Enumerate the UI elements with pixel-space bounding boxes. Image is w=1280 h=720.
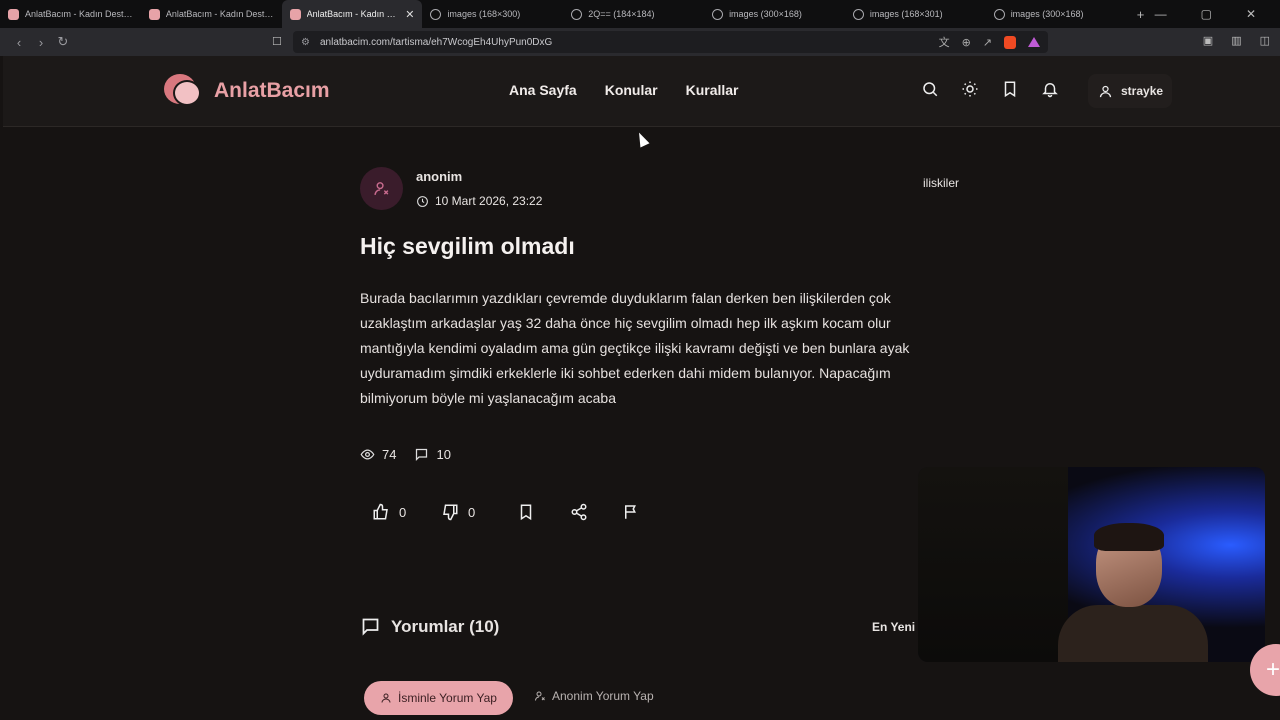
sort-select[interactable]: En Yeni (872, 620, 915, 634)
url-bar[interactable]: ⚙ anlatbacim.com/tartisma/eh7WcogEh4UhyP… (293, 31, 1048, 53)
streamer-figure (1058, 523, 1208, 662)
browser-tab[interactable]: AnlatBacım - Kadın Destek Platformu (0, 0, 141, 28)
named-comment-button[interactable]: İsminle Yorum Yap (364, 681, 513, 715)
site-favicon-icon (8, 8, 19, 20)
share-button[interactable] (570, 500, 622, 524)
reload-icon[interactable]: ↻ (52, 34, 74, 50)
eye-icon (360, 449, 375, 460)
globe-icon (571, 8, 583, 20)
dislike-button[interactable]: 0 (441, 500, 517, 524)
brave-rewards-icon[interactable] (1028, 37, 1040, 47)
browser-tab[interactable]: images (300×168) (986, 0, 1127, 28)
post-category[interactable]: iliskiler (923, 176, 959, 190)
thumbs-down-icon (443, 504, 458, 521)
browser-tab[interactable]: AnlatBacım - Kadın Destek Platformu (141, 0, 282, 28)
theme-sun-icon[interactable] (961, 80, 979, 98)
post-title: Hiç sevgilim olmadı (360, 233, 575, 259)
menu-icon[interactable]: ◫ (1260, 34, 1270, 47)
comment-icon (362, 618, 379, 636)
post-date: 10 Mart 2026, 23:22 (416, 194, 542, 208)
webcam-overlay (918, 467, 1265, 662)
bell-icon[interactable] (1041, 80, 1059, 98)
zoom-icon[interactable]: ⊕ (962, 36, 971, 49)
nav-topics[interactable]: Konular (605, 82, 658, 98)
close-tab-icon[interactable]: ✕ (405, 8, 414, 21)
sidebar-icon[interactable]: ▥ (1231, 34, 1241, 47)
main-nav: Ana Sayfa Konular Kurallar (509, 82, 739, 98)
search-icon[interactable] (921, 80, 939, 98)
views-stat: 74 (360, 447, 396, 462)
site-settings-icon[interactable]: ⚙ (301, 37, 310, 48)
translate-icon[interactable]: 文 (939, 34, 950, 50)
header-icons (921, 80, 1059, 98)
minimize-icon[interactable]: — (1155, 7, 1167, 21)
user-menu-button[interactable]: strayke (1088, 74, 1172, 108)
mouse-cursor (634, 130, 650, 148)
avatar (360, 167, 403, 210)
anonymous-comment-button[interactable]: Anonim Yorum Yap (534, 689, 654, 703)
username: strayke (1121, 84, 1164, 98)
new-tab-button[interactable]: + (1127, 7, 1155, 22)
post-stats: 74 10 (360, 447, 451, 462)
globe-icon (852, 8, 864, 20)
like-button[interactable]: 0 (372, 500, 441, 524)
bookmark-icon (520, 504, 532, 521)
anonymous-user-icon (374, 182, 389, 195)
globe-icon (430, 8, 442, 20)
save-post-button[interactable] (517, 500, 570, 524)
comments-stat: 10 (414, 447, 451, 462)
site-header: AnlatBacım Ana Sayfa Konular Kurallar st… (3, 56, 1280, 127)
window-controls: — ▢ ✕ (1155, 7, 1280, 21)
comment-icon (416, 448, 428, 462)
anonymous-user-icon (535, 691, 545, 701)
user-icon (1099, 85, 1112, 97)
browser-tab[interactable]: images (168×301) (845, 0, 986, 28)
globe-icon (712, 8, 724, 20)
post-actions: 0 0 (372, 500, 640, 524)
browser-tab[interactable]: images (168×300) (422, 0, 563, 28)
browser-tab[interactable]: 2Q== (184×184) (563, 0, 704, 28)
globe-icon (993, 8, 1005, 20)
browser-tab-active[interactable]: AnlatBacım - Kadın Destek✕ (281, 0, 423, 28)
url-text: anlatbacim.com/tartisma/eh7WcogEh4UhyPun… (319, 36, 553, 48)
user-icon (381, 693, 391, 703)
flag-icon (625, 505, 636, 519)
clock-icon (417, 195, 428, 207)
comments-heading: Yorumlar (10) (360, 616, 499, 637)
share-page-icon[interactable]: ↗ (983, 36, 992, 49)
wallet-icon[interactable]: ▣ (1203, 34, 1213, 47)
browser-tab-bar: AnlatBacım - Kadın Destek Platformu Anla… (0, 0, 1280, 28)
site-favicon-icon (289, 8, 301, 20)
post-body: Burada bacılarımın yazdıkları çevremde d… (360, 290, 910, 406)
nav-rules[interactable]: Kurallar (686, 82, 739, 98)
report-button[interactable] (622, 500, 640, 524)
maximize-icon[interactable]: ▢ (1201, 7, 1212, 21)
forward-icon[interactable]: › (30, 35, 52, 50)
back-icon[interactable]: ‹ (8, 35, 30, 50)
bookmark-page-icon[interactable]: ☐ (272, 35, 282, 48)
thumbs-up-icon (373, 503, 388, 520)
browser-toolbar: ‹ › ↻ ☐ ⚙ anlatbacim.com/tartisma/eh7Wco… (0, 28, 1280, 56)
browser-tab[interactable]: images (300×168) (704, 0, 845, 28)
logo-bubble-icon (164, 72, 204, 110)
site-logo[interactable]: AnlatBacım (164, 72, 330, 110)
post-author: anonim (416, 169, 463, 184)
share-icon (571, 503, 587, 521)
close-window-icon[interactable]: ✕ (1246, 7, 1256, 21)
nav-home[interactable]: Ana Sayfa (509, 82, 577, 98)
site-favicon-icon (148, 8, 160, 20)
brave-shields-icon[interactable] (1004, 35, 1016, 49)
logo-text: AnlatBacım (214, 79, 330, 102)
bookmarks-icon[interactable] (1001, 80, 1019, 98)
